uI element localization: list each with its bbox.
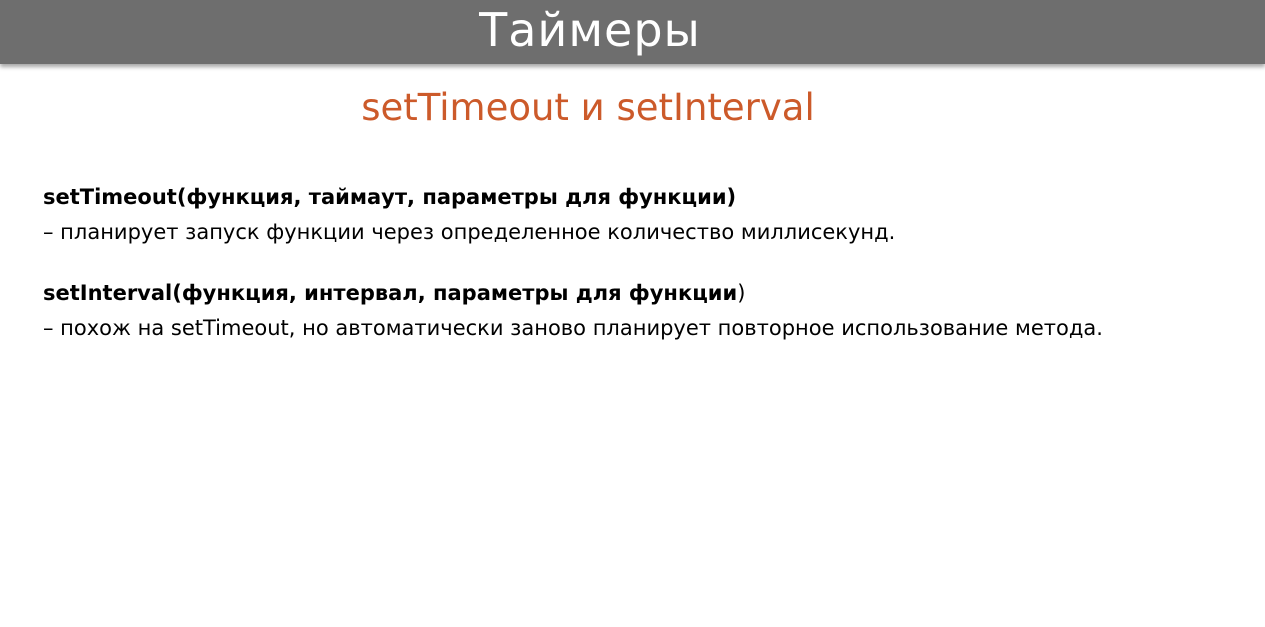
set-timeout-signature-line: setTimeout(функция, таймаут, параметры д… <box>43 180 1243 215</box>
set-timeout-description: – планирует запуск функции через определ… <box>43 220 896 244</box>
slide-subtitle: setTimeout и setInterval <box>361 86 815 129</box>
content-body: setTimeout(функция, таймаут, параметры д… <box>43 180 1243 372</box>
set-timeout-block: setTimeout(функция, таймаут, параметры д… <box>43 180 1243 250</box>
set-interval-signature: setInterval(функция, интервал, параметры… <box>43 281 738 305</box>
set-interval-signature-tail: ) <box>737 281 746 305</box>
set-interval-signature-line: setInterval(функция, интервал, параметры… <box>43 276 1243 311</box>
set-interval-description: – похож на setTimeout, но автоматически … <box>43 316 1103 340</box>
header-bar: Таймеры <box>0 0 1265 64</box>
slide-title: Таймеры <box>479 3 701 57</box>
set-interval-block: setInterval(функция, интервал, параметры… <box>43 276 1243 346</box>
slide: Таймеры setTimeout и setInterval setTime… <box>0 0 1265 627</box>
set-timeout-signature: setTimeout(функция, таймаут, параметры д… <box>43 185 737 209</box>
